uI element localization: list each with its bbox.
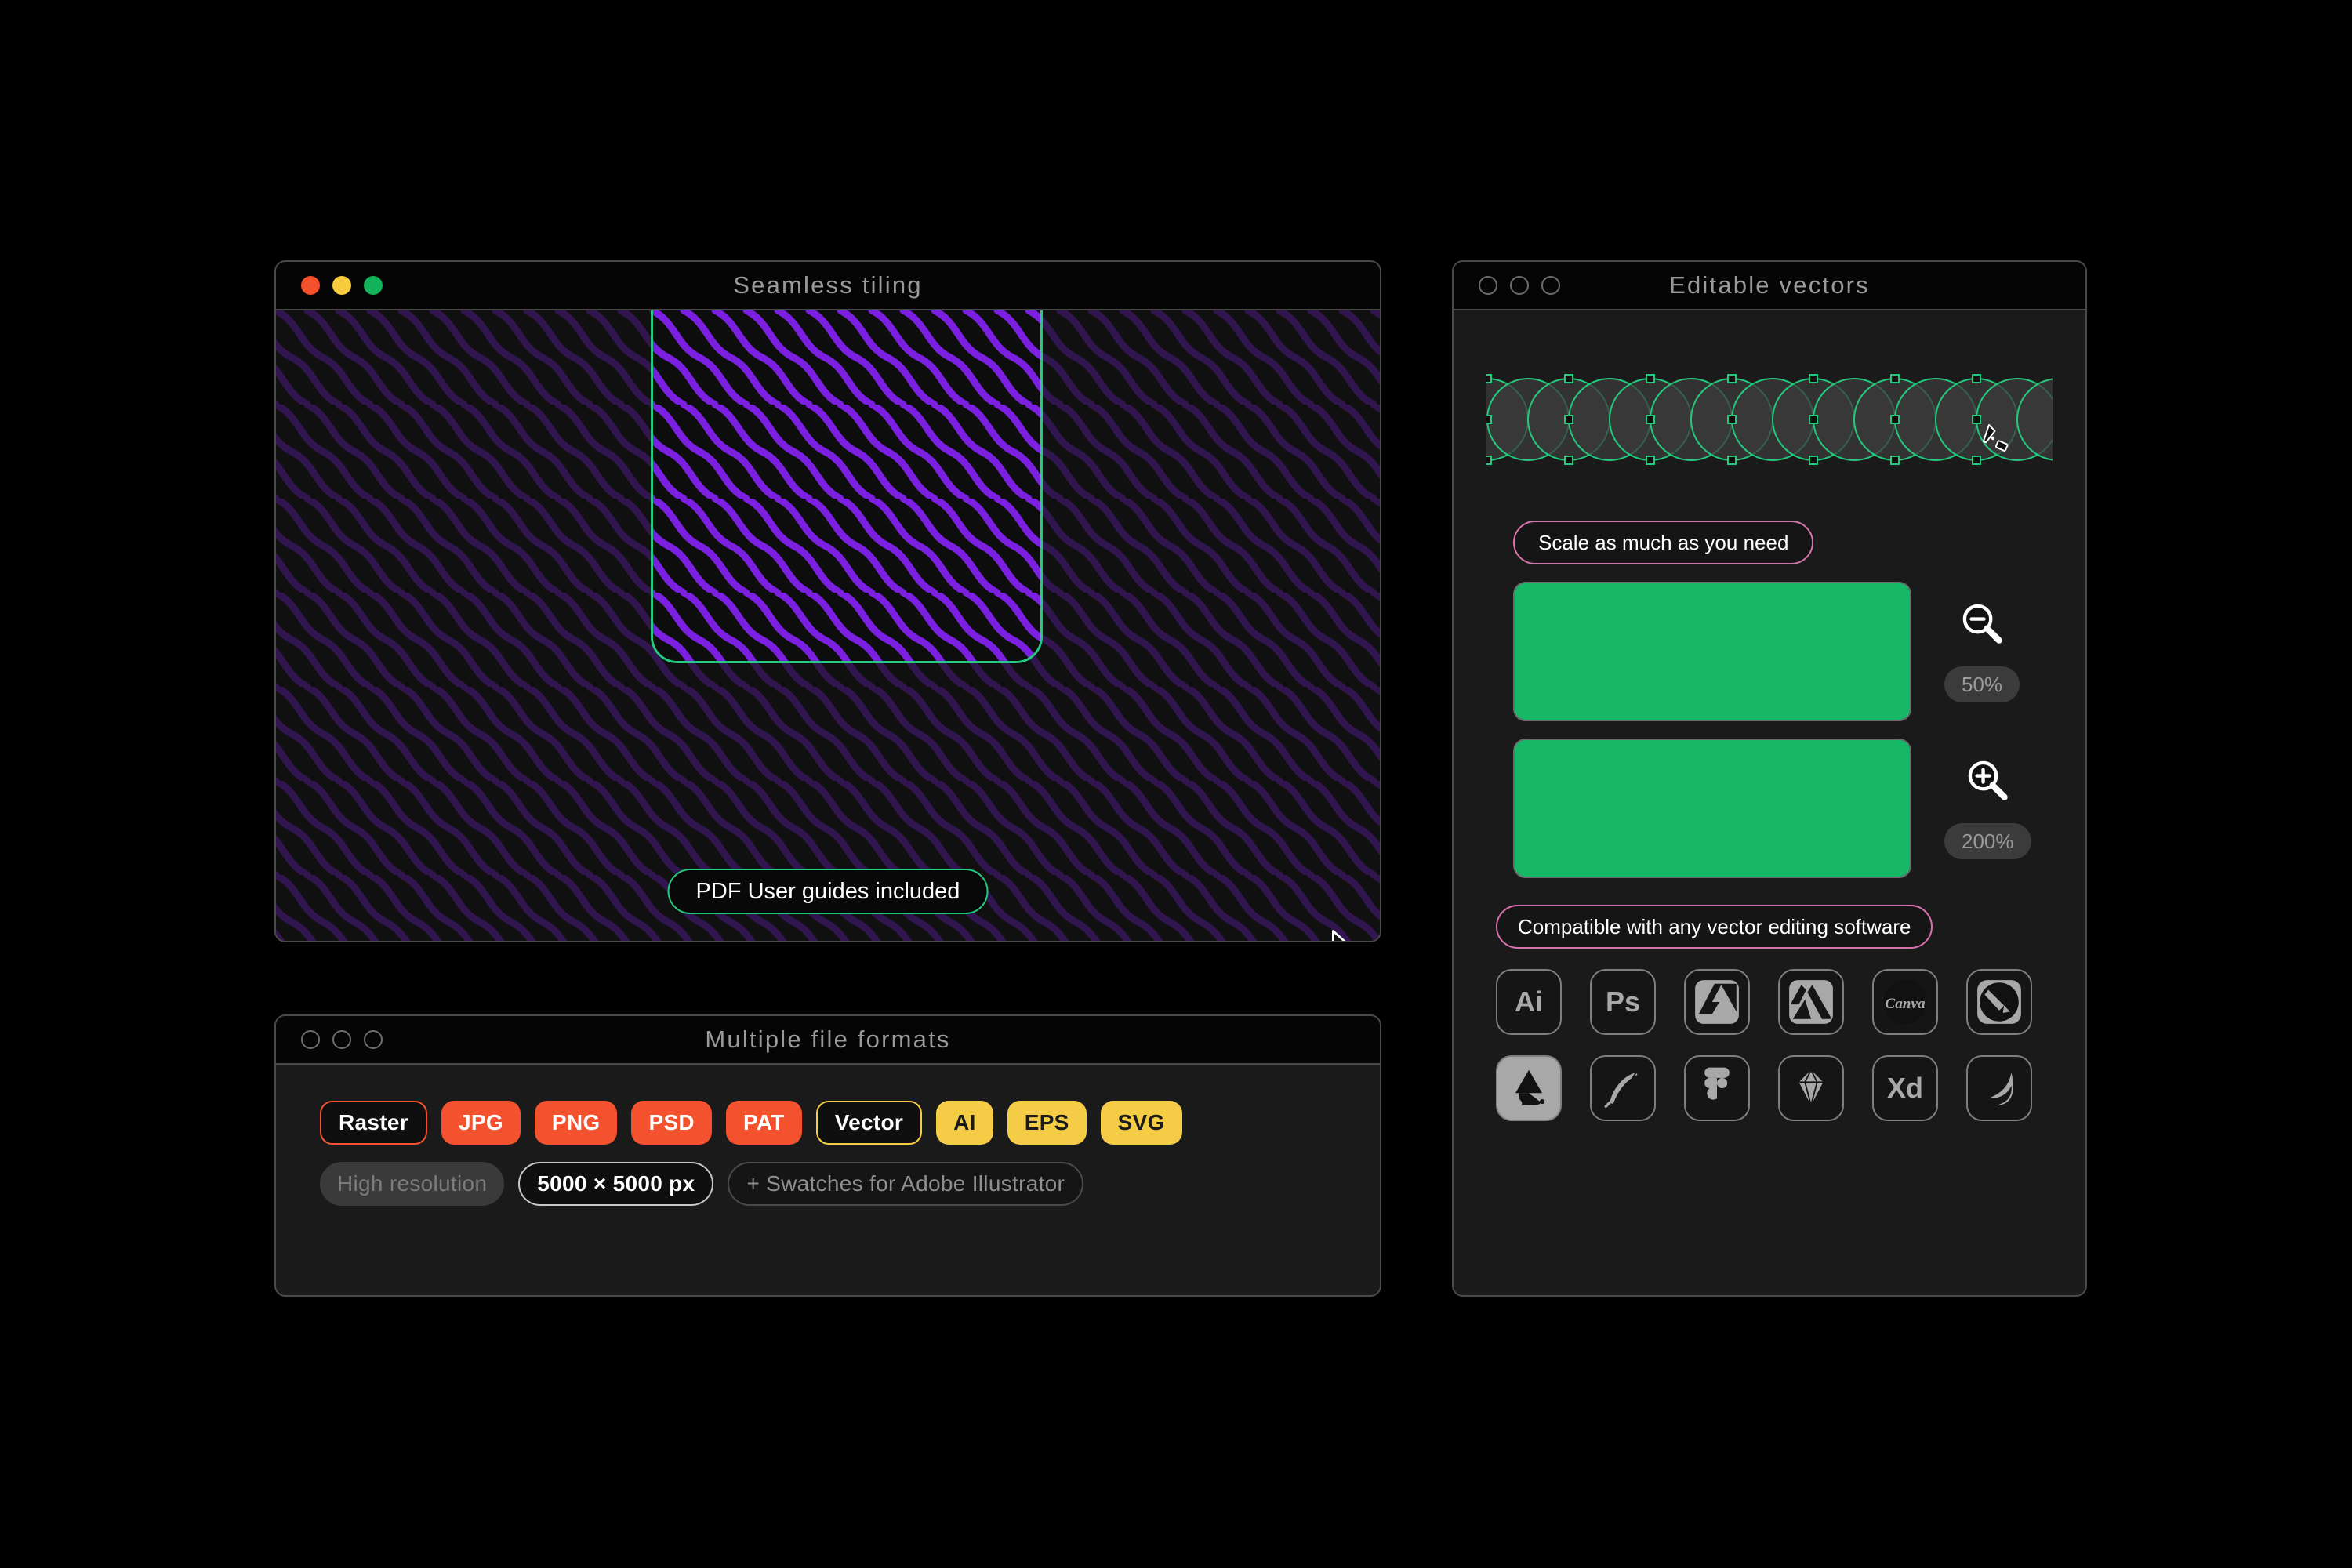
app-icon-label: Ps [1605, 985, 1641, 1018]
zoom-level-badge-50: 50% [1944, 666, 2020, 702]
close-button[interactable] [1479, 276, 1497, 295]
traffic-lights[interactable] [1479, 276, 1560, 295]
app-icon-procreate[interactable] [1966, 1055, 2032, 1121]
scale-badge[interactable]: Scale as much as you need [1513, 521, 1814, 564]
app-icon-gravit-designer[interactable] [1590, 1055, 1656, 1121]
titlebar-editable-vectors[interactable]: Editable vectors [1454, 262, 2085, 310]
pdf-guides-badge[interactable]: PDF User guides included [667, 869, 989, 914]
file-format-tag-row-2: High resolution 5000 × 5000 px + Swatches … [320, 1162, 1336, 1206]
inkscape-icon [1505, 1065, 1552, 1112]
procreate-icon [1989, 1072, 2013, 1105]
zoom-in-icon[interactable] [1965, 757, 2010, 803]
window-title: Seamless tiling [733, 271, 923, 299]
maximize-button[interactable] [364, 1030, 383, 1049]
app-icon-affinity-photo[interactable] [1778, 969, 1844, 1035]
affinity-photo-icon [1789, 980, 1833, 1024]
app-icon-ai[interactable]: Ai [1496, 969, 1562, 1035]
file-formats-panel: Raster JPG PNG PSD PAT Vector AI EPS SVG High re… [276, 1065, 1380, 1206]
zoom-control-out: 50% [1944, 601, 2020, 702]
app-icon-affinity-designer[interactable] [1684, 969, 1750, 1035]
window-title: Multiple file formats [705, 1025, 951, 1053]
file-format-tag-vector[interactable]: Vector [815, 1101, 923, 1145]
pattern-swatch-50-art [1515, 583, 1910, 720]
file-format-tag-pat[interactable]: PAT [725, 1101, 802, 1145]
canva-icon: Canva [1883, 979, 1927, 1025]
vectornator-icon [1977, 980, 2021, 1024]
window-seamless-tiling[interactable]: Seamless tiling PDF User guides included [274, 260, 1381, 942]
app-icon-sketch[interactable] [1778, 1055, 1844, 1121]
zoom-level-badge-200: 200% [1944, 823, 2031, 859]
file-format-tag-swatches-for-adobe-illustrator[interactable]: + Swatches for Adobe Illustrator [728, 1162, 1084, 1206]
traffic-lights[interactable] [301, 276, 383, 295]
file-format-tag-jpg[interactable]: JPG [441, 1101, 521, 1145]
file-format-tag-png[interactable]: PNG [534, 1101, 618, 1145]
app-icon-figma[interactable] [1684, 1055, 1750, 1121]
pattern-selection-tile[interactable] [651, 310, 1043, 663]
tiling-canvas[interactable]: PDF User guides included [276, 310, 1380, 941]
affinity-designer-icon [1695, 980, 1739, 1024]
zoom-control-in: 200% [1944, 757, 2031, 859]
window-multiple-file-formats[interactable]: Multiple file formats Raster JPG PNG PSD PAT… [274, 1014, 1381, 1297]
app-icon-vectornator[interactable] [1966, 969, 2032, 1035]
app-icon-xd[interactable]: Xd [1872, 1055, 1938, 1121]
file-format-tag-psd[interactable]: PSD [631, 1101, 712, 1145]
file-format-tag-row-1: Raster JPG PNG PSD PAT Vector AI EPS SVG [320, 1101, 1336, 1145]
app-icon-inkscape[interactable] [1496, 1055, 1562, 1121]
zoom-out-icon[interactable] [1959, 601, 2005, 646]
close-button[interactable] [301, 1030, 320, 1049]
file-format-tag-ai[interactable]: AI [936, 1101, 993, 1145]
compatible-apps-row-1: Ai Ps Canva [1496, 969, 2053, 1035]
compatibility-badge[interactable]: Compatible with any vector editing softw… [1496, 905, 1933, 949]
maximize-button[interactable] [364, 276, 383, 295]
figma-icon [1704, 1067, 1730, 1100]
file-format-tag-raster[interactable]: Raster [320, 1101, 427, 1145]
pattern-selection-fill [653, 310, 1040, 661]
minimize-button[interactable] [332, 1030, 351, 1049]
app-icon-label: Xd [1886, 1072, 1923, 1104]
app-canvas: Seamless tiling PDF User guides included [0, 0, 2352, 1568]
close-button[interactable] [301, 276, 320, 295]
minimize-button[interactable] [332, 276, 351, 295]
svg-text:Canva: Canva [1885, 996, 1926, 1012]
titlebar-seamless-tiling[interactable]: Seamless tiling [276, 262, 1380, 310]
app-icon-ps[interactable]: Ps [1590, 969, 1656, 1035]
app-icon-label: Ai [1515, 985, 1543, 1018]
window-editable-vectors[interactable]: Editable vectors Scale as much as you ne… [1452, 260, 2087, 1297]
app-icon-canva[interactable]: Canva [1872, 969, 1938, 1035]
swatch-row-small: 50% [1486, 582, 2053, 721]
pattern-swatch-50[interactable] [1513, 582, 1911, 721]
pattern-swatch-200-art [1515, 740, 1910, 877]
file-format-tag-eps[interactable]: EPS [1007, 1101, 1087, 1145]
file-format-tag-svg[interactable]: SVG [1100, 1101, 1182, 1145]
swatch-row-large: 200% [1486, 739, 2053, 878]
editable-vectors-panel: Scale as much as you need 50% 200% Compa… [1454, 310, 2085, 1295]
compatible-apps-row-2: Xd [1496, 1055, 2053, 1121]
gravit-designer-icon [1604, 1072, 1638, 1108]
file-format-tag-high-resolution[interactable]: High resolution [320, 1162, 505, 1206]
compatible-apps-grid: Ai Ps Canva Xd [1496, 969, 2053, 1121]
minimize-button[interactable] [1510, 276, 1529, 295]
file-format-tag-5000-5000-px[interactable]: 5000 × 5000 px [518, 1162, 714, 1206]
maximize-button[interactable] [1541, 276, 1560, 295]
pattern-swatch-200[interactable] [1513, 739, 1911, 878]
editable-vector-path-preview[interactable] [1486, 337, 2053, 502]
sketch-icon [1798, 1068, 1824, 1109]
titlebar-multiple-file-formats[interactable]: Multiple file formats [276, 1016, 1380, 1065]
traffic-lights[interactable] [301, 1030, 383, 1049]
